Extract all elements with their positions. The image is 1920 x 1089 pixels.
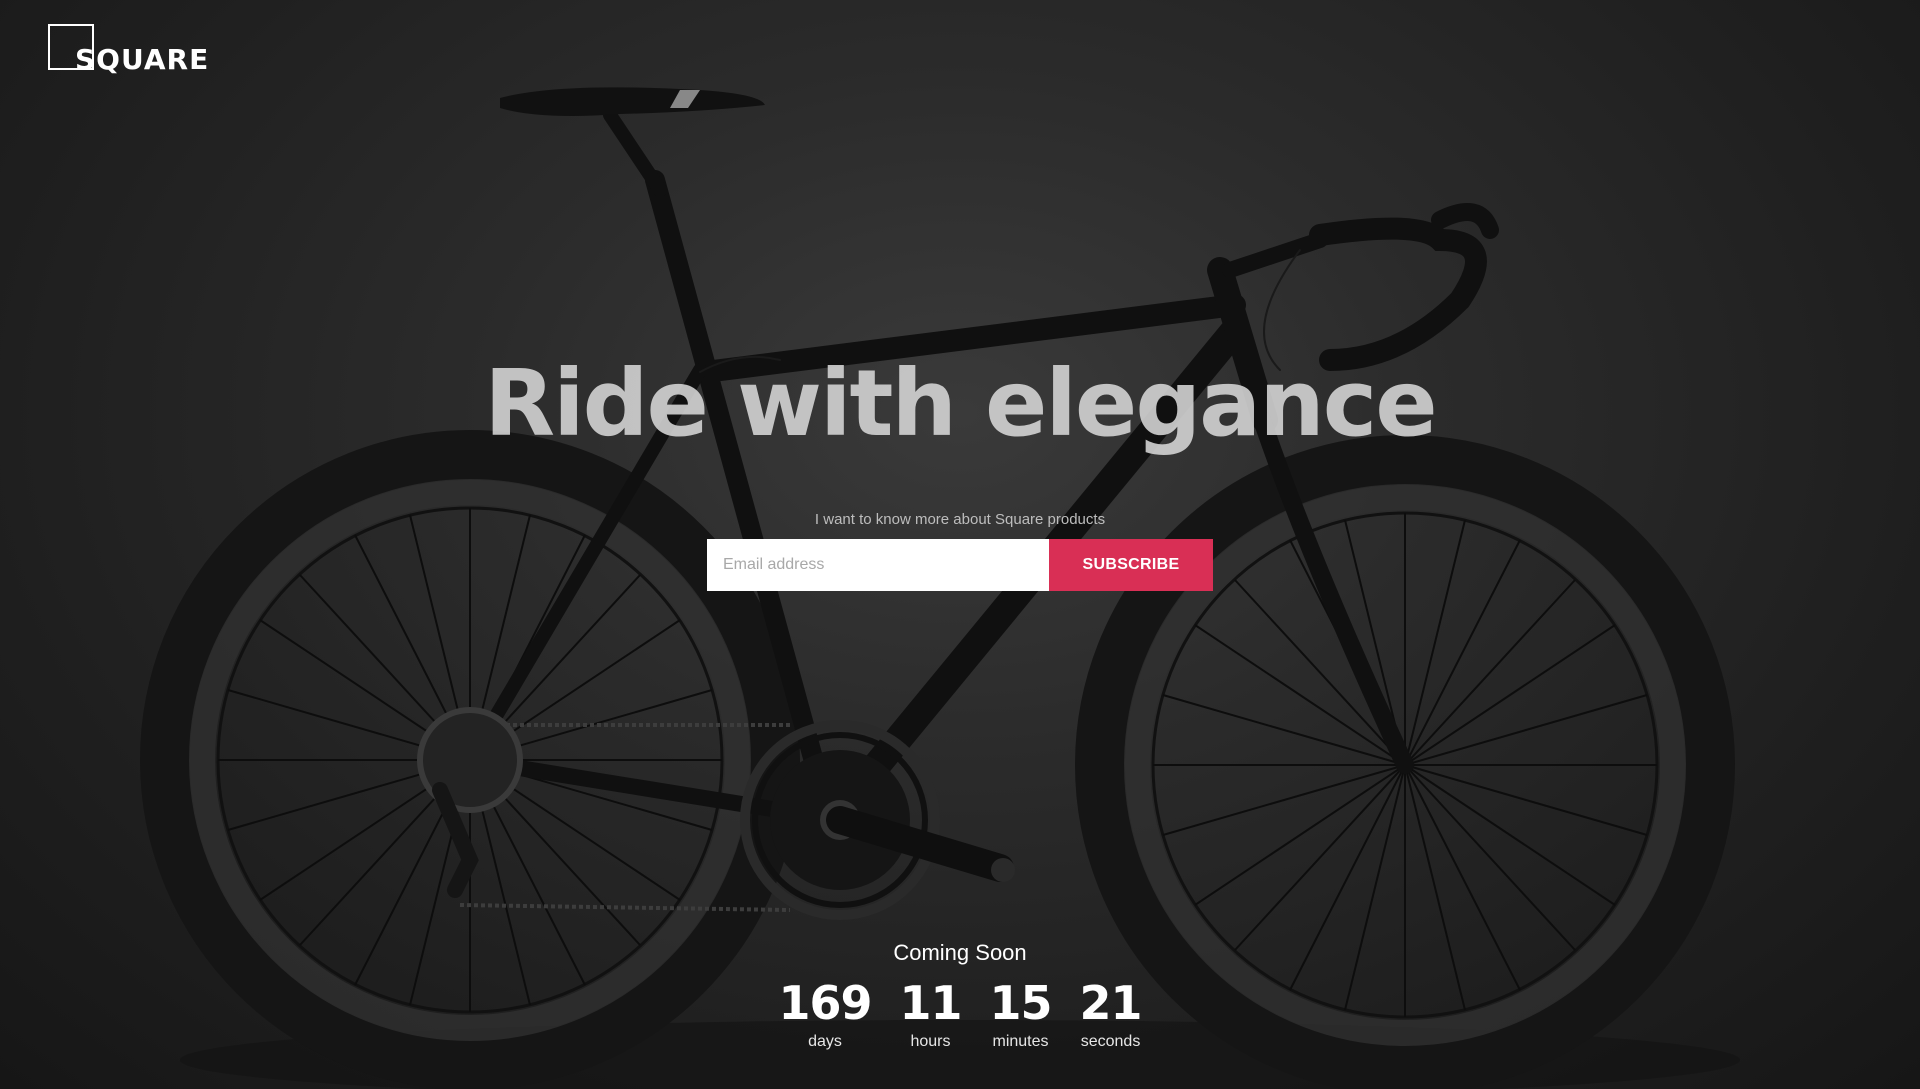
- countdown-minutes-label: minutes: [992, 1033, 1049, 1050]
- signup-prompt: I want to know more about Square product…: [814, 511, 1106, 528]
- countdown-hours: 11 hours: [899, 976, 962, 1052]
- countdown-seconds-value: 21: [1079, 976, 1143, 1030]
- hero-section: SQUARE Ride with elegance I want to know…: [0, 0, 1920, 1089]
- hero-headline: Ride with elegance: [484, 350, 1437, 457]
- countdown-minutes: 15 minutes: [989, 976, 1053, 1052]
- email-input[interactable]: [707, 539, 1049, 591]
- countdown-hours-value: 11: [899, 976, 962, 1030]
- logo-text: SQUARE: [75, 43, 210, 76]
- countdown-timer: 169 days 11 hours 15 minutes 21 seconds: [0, 978, 1920, 1052]
- saddle: [500, 87, 765, 116]
- countdown-days: 169 days: [778, 976, 872, 1052]
- countdown-seconds-label: seconds: [1080, 1033, 1141, 1050]
- logo[interactable]: SQUARE: [48, 24, 218, 76]
- coming-soon-title: Coming Soon: [893, 940, 1027, 965]
- countdown-days-value: 169: [778, 976, 872, 1030]
- countdown-hours-label: hours: [910, 1033, 951, 1050]
- countdown-seconds: 21 seconds: [1079, 976, 1143, 1052]
- countdown-days-label: days: [808, 1033, 842, 1050]
- subscribe-button[interactable]: SUBSCRIBE: [1049, 539, 1213, 591]
- subscribe-form: SUBSCRIBE: [707, 539, 1213, 591]
- countdown-minutes-value: 15: [989, 976, 1053, 1030]
